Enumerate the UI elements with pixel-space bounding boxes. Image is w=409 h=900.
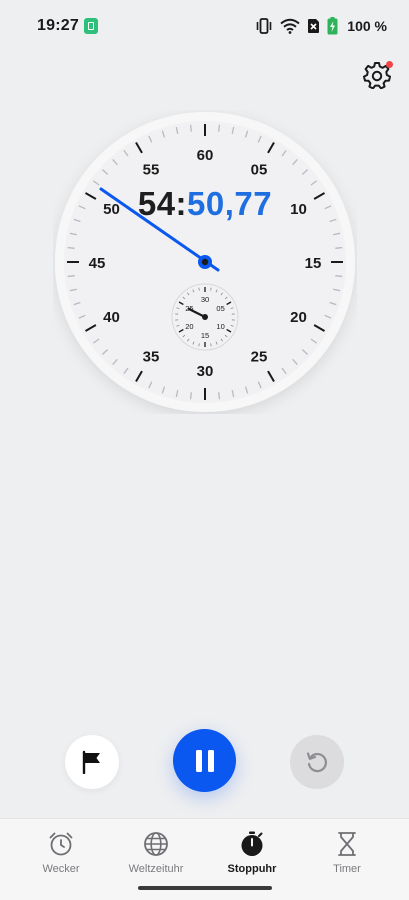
nav-label-timer: Timer (333, 863, 361, 875)
subdial-label: 20 (185, 322, 193, 331)
subdial-label: 05 (216, 304, 224, 313)
settings-badge (386, 61, 393, 68)
battery-percentage: 100 % (347, 18, 387, 34)
status-time: 19:27 (37, 17, 79, 34)
subdial-label: 10 (216, 322, 224, 331)
status-icons: 100 % (255, 16, 387, 36)
dial-minor-tick (218, 392, 221, 400)
reset-button[interactable] (290, 735, 344, 789)
dial-minor-tick (67, 246, 75, 249)
dial-label: 55 (143, 161, 160, 178)
dial-label: 35 (143, 349, 160, 366)
alarm-clock-icon (49, 832, 73, 856)
dial-label: 45 (89, 255, 106, 272)
dial-minor-tick (189, 124, 192, 132)
dial-face: 600510152025303540455055 300510152025 (55, 112, 355, 412)
battery-charging-icon (327, 17, 338, 35)
flag-icon (82, 750, 100, 774)
seconds-hand-pin (201, 258, 209, 266)
home-indicator[interactable] (138, 886, 272, 890)
notification-app-icon (84, 18, 98, 34)
dial-label: 30 (197, 363, 214, 380)
nav-item-wecker[interactable]: Wecker (10, 831, 112, 883)
reset-icon (306, 752, 327, 773)
no-sim-icon (308, 19, 320, 33)
pause-button[interactable] (173, 729, 236, 792)
elapsed-seconds: 50,77 (187, 185, 273, 222)
nav-item-timer[interactable]: Timer (296, 831, 398, 883)
hourglass-icon (338, 832, 356, 856)
subdial-label: 30 (201, 295, 209, 304)
nav-item-stoppuhr[interactable]: Stoppuhr (201, 831, 303, 883)
nav-label-wecker: Wecker (42, 863, 80, 875)
nav-label-weltzeituhr: Weltzeituhr (128, 863, 184, 875)
elapsed-minutes: 54: (137, 185, 188, 222)
dial-minor-tick (335, 246, 343, 249)
subdial-hand-center (202, 314, 208, 320)
globe-icon (144, 832, 168, 856)
nav-label-stoppuhr: Stoppuhr (227, 863, 277, 875)
dial-label: 40 (103, 309, 120, 326)
status-bar: 19:27 100 % (0, 0, 409, 52)
vibrate-icon (256, 18, 272, 34)
dial-minor-tick (67, 275, 75, 278)
pause-icon (195, 749, 214, 772)
dial-minor-tick (218, 124, 221, 132)
dial-label: 15 (305, 255, 322, 272)
elapsed-time: 54:50,77 (53, 185, 357, 223)
dial-label: 60 (197, 147, 214, 164)
subdial-label: 15 (201, 331, 209, 340)
dial-minor-tick (335, 275, 343, 278)
stopwatch-dial: 600510152025303540455055 300510152025 54… (53, 110, 357, 414)
stopwatch-icon (241, 831, 263, 856)
dial-label: 25 (251, 349, 268, 366)
dial-label: 20 (290, 309, 307, 326)
dial-label: 05 (251, 161, 268, 178)
nav-item-weltzeituhr[interactable]: Weltzeituhr (105, 831, 207, 883)
lap-button[interactable] (65, 735, 119, 789)
dial-minor-tick (189, 392, 192, 400)
wifi-icon (280, 18, 300, 34)
